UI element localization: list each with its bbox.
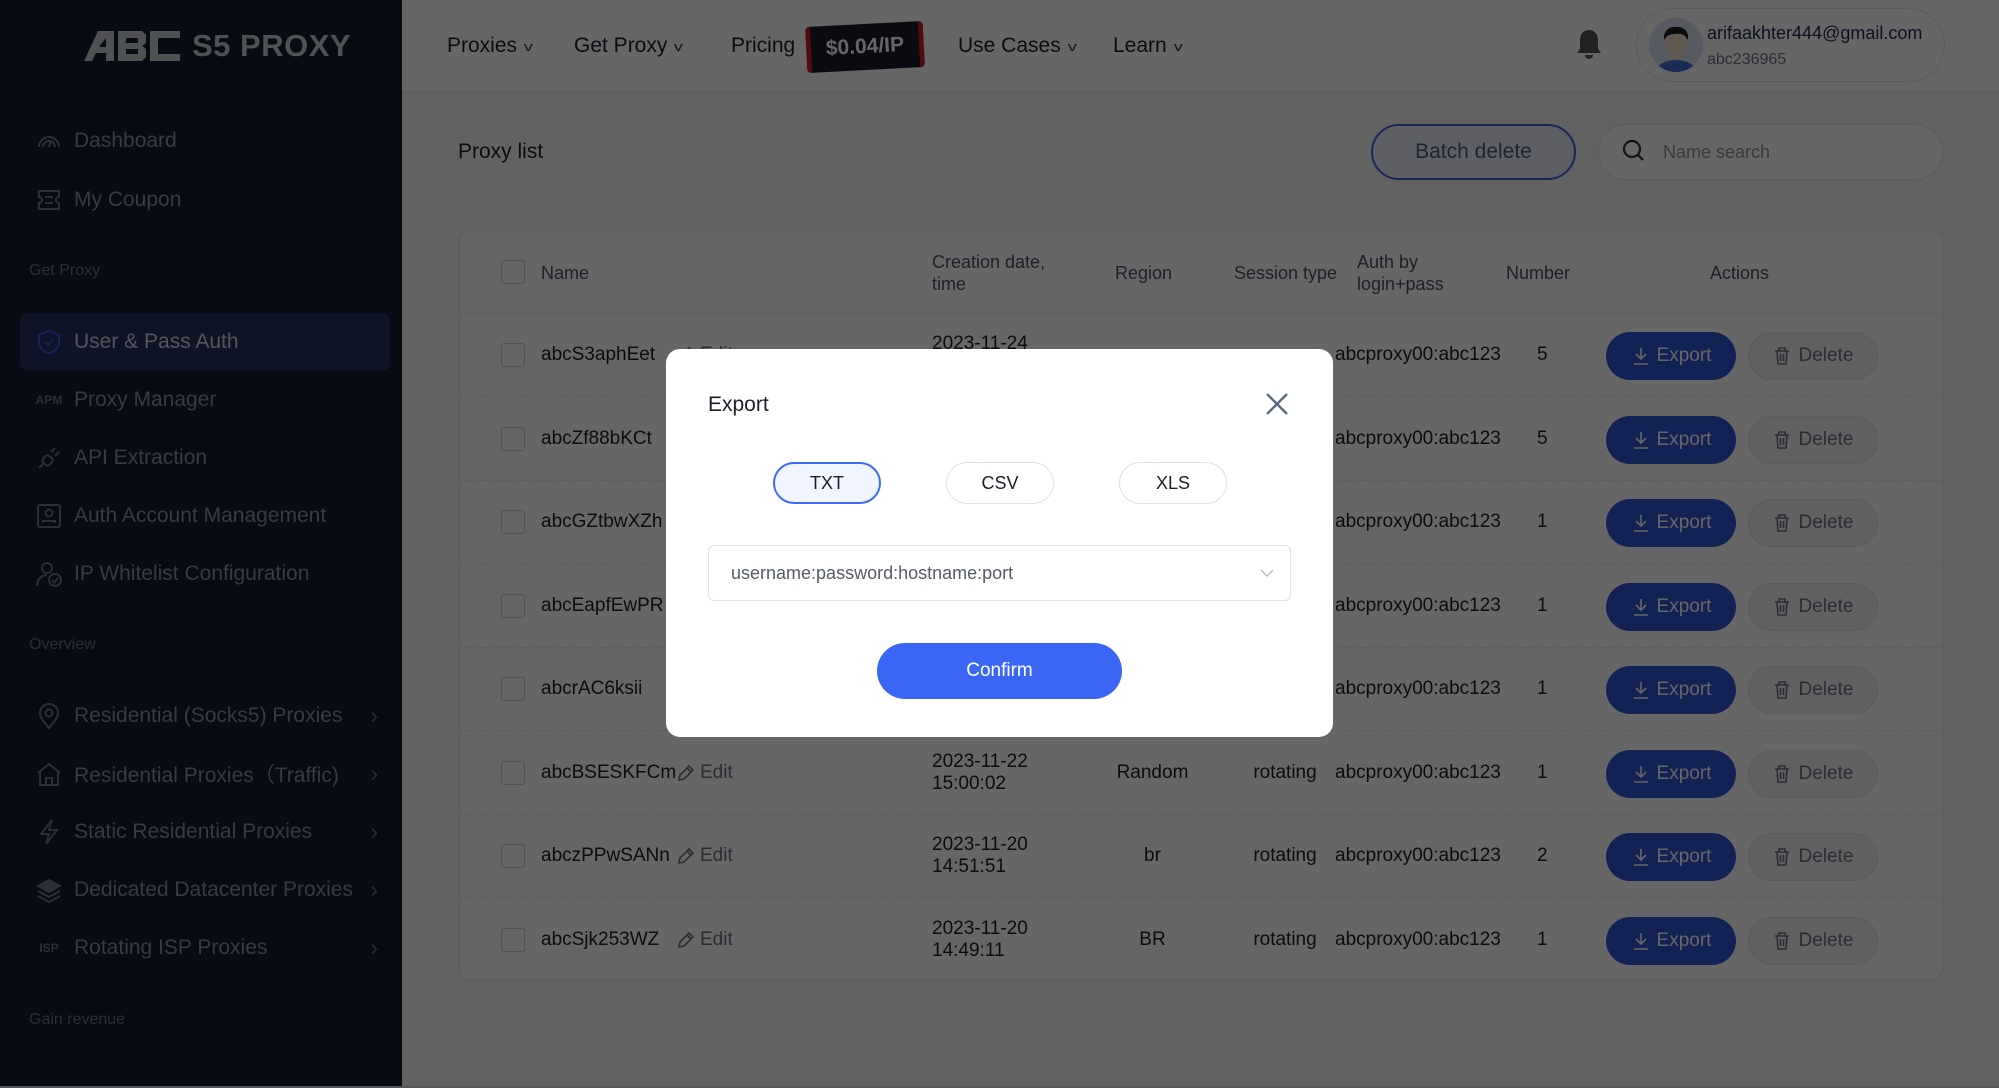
format-csv-button[interactable]: CSV	[946, 462, 1054, 504]
export-modal: Export TXT CSV XLS username:password:hos…	[666, 349, 1333, 737]
format-template-select[interactable]: username:password:hostname:port	[708, 545, 1291, 601]
format-xls-button[interactable]: XLS	[1119, 462, 1227, 504]
chevron-down-icon	[1258, 564, 1276, 582]
format-txt-button[interactable]: TXT	[773, 462, 881, 504]
close-icon[interactable]	[1262, 389, 1292, 419]
format-template-value: username:password:hostname:port	[731, 562, 1014, 583]
confirm-button[interactable]: Confirm	[877, 643, 1122, 699]
modal-title: Export	[708, 393, 769, 416]
